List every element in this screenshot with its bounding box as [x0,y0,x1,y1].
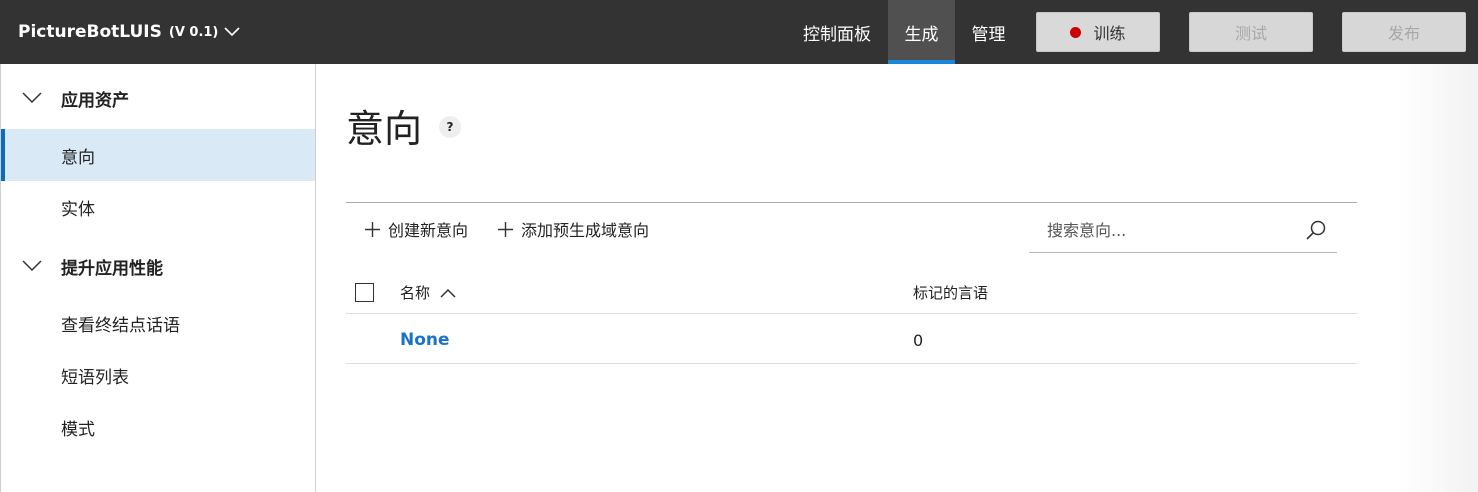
app-name: PictureBotLUIS [18,22,162,42]
labeled-utterance-count: 0 [913,331,924,350]
app-selector[interactable]: PictureBotLUIS (V 0.1) [18,0,240,64]
column-header-name[interactable]: 名称 [400,282,456,303]
train-label: 训练 [1093,24,1126,43]
sidebar-item-label: 意向 [61,147,95,168]
column-header-utterances-label: 标记的言语 [913,284,989,302]
plus-icon [365,221,380,237]
sidebar-group-label: 提升应用性能 [61,258,163,279]
chevron-down-icon [224,27,240,37]
row-divider [346,313,1357,314]
app-version: (V 0.1) [168,24,219,40]
nav-manage-label: 管理 [971,24,1006,45]
sidebar-item-label: 查看终结点话语 [61,315,180,336]
divider [346,202,1357,203]
train-button[interactable]: 训练 [1036,12,1160,52]
search-box [1029,209,1337,253]
create-intent-button[interactable]: 创建新意向 [364,214,468,244]
sidebar-item-label: 实体 [61,199,95,220]
sidebar-item-patterns[interactable]: 模式 [1,401,315,453]
row-divider [346,363,1357,364]
sidebar-item-intents[interactable]: 意向 [1,129,315,181]
help-icon[interactable]: ? [439,116,461,138]
publish-label: 发布 [1387,24,1420,43]
sort-ascending-icon [440,288,456,298]
create-intent-label: 创建新意向 [388,221,469,240]
add-prebuilt-intent-label: 添加预生成域意向 [521,221,650,240]
page-title: 意向 [346,107,423,151]
chevron-down-icon [22,92,42,104]
nav-dashboard-label: 控制面板 [803,24,871,45]
sidebar-group-app-assets[interactable]: 应用资产 [1,72,315,124]
sidebar-item-phrase-lists[interactable]: 短语列表 [1,349,315,401]
test-button[interactable]: 测试 [1189,12,1313,52]
top-bar: PictureBotLUIS (V 0.1) 控制面板 生成 管理 训练 测试 … [0,0,1478,64]
nav-dashboard[interactable]: 控制面板 [786,0,888,64]
sidebar-item-label: 短语列表 [61,367,129,388]
plus-icon [498,221,513,237]
search-icon[interactable] [1305,219,1327,241]
sidebar-item-label: 模式 [61,419,95,440]
nav-build[interactable]: 生成 [888,0,955,64]
search-input[interactable] [1047,216,1297,244]
intent-name-link[interactable]: None [400,330,450,350]
add-prebuilt-intent-button[interactable]: 添加预生成域意向 [497,214,649,244]
main-content: 意向 ? 创建新意向 添加预生成域意向 名称 标记的言语 None 0 [317,64,1478,492]
sidebar-item-endpoint-utterances[interactable]: 查看终结点话语 [1,297,315,349]
train-status-icon [1070,26,1082,38]
chevron-down-icon [22,260,42,272]
nav-build-label: 生成 [904,24,939,45]
select-all-checkbox[interactable] [355,283,374,302]
sidebar-group-label: 应用资产 [61,90,129,111]
sidebar-group-improve-performance[interactable]: 提升应用性能 [1,240,315,292]
sidebar: 应用资产 意向 实体 提升应用性能 查看终结点话语 短语列表 模式 [0,64,316,492]
column-header-utterances[interactable]: 标记的言语 [913,282,988,303]
column-header-name-label: 名称 [400,284,431,302]
publish-button[interactable]: 发布 [1342,12,1466,52]
test-label: 测试 [1234,24,1267,43]
nav-manage[interactable]: 管理 [955,0,1022,64]
sidebar-item-entities[interactable]: 实体 [1,181,315,233]
